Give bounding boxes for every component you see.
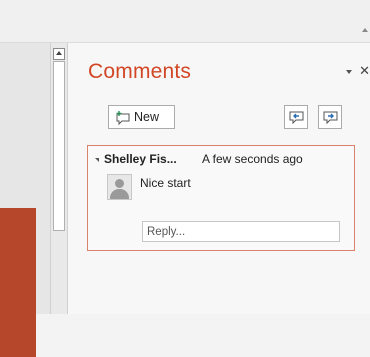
comments-pane: Comments ✕ New Shelley Fis... A few seco… — [68, 43, 370, 314]
reply-input[interactable] — [142, 221, 340, 242]
next-comment-button[interactable] — [318, 105, 342, 129]
ribbon-collapse-icon[interactable] — [362, 28, 368, 32]
scroll-thumb[interactable] — [53, 61, 65, 231]
avatar-icon — [107, 174, 132, 200]
new-button-label: New — [134, 110, 160, 124]
comment-text: Nice start — [140, 176, 191, 190]
avatar-head — [115, 179, 124, 188]
new-comment-button[interactable]: New — [108, 105, 175, 129]
comment-card[interactable]: Shelley Fis... A few seconds ago Nice st… — [87, 145, 355, 251]
comment-timestamp: A few seconds ago — [202, 152, 303, 166]
ribbon-strip — [0, 0, 370, 43]
avatar-body — [110, 189, 129, 199]
previous-comment-button[interactable] — [284, 105, 308, 129]
scroll-up-button[interactable] — [53, 48, 65, 60]
slide-thumbnail[interactable] — [0, 208, 36, 357]
pane-title: Comments — [88, 60, 192, 83]
comment-author: Shelley Fis... — [104, 152, 177, 166]
collapse-triangle-icon[interactable] — [95, 158, 99, 162]
next-comment-icon — [323, 111, 338, 125]
slide-panel — [0, 43, 50, 357]
previous-comment-icon — [289, 111, 304, 125]
new-comment-icon — [115, 110, 131, 130]
chevron-down-icon[interactable] — [346, 70, 352, 74]
vertical-scrollbar[interactable] — [50, 43, 68, 314]
close-icon[interactable]: ✕ — [359, 63, 370, 79]
